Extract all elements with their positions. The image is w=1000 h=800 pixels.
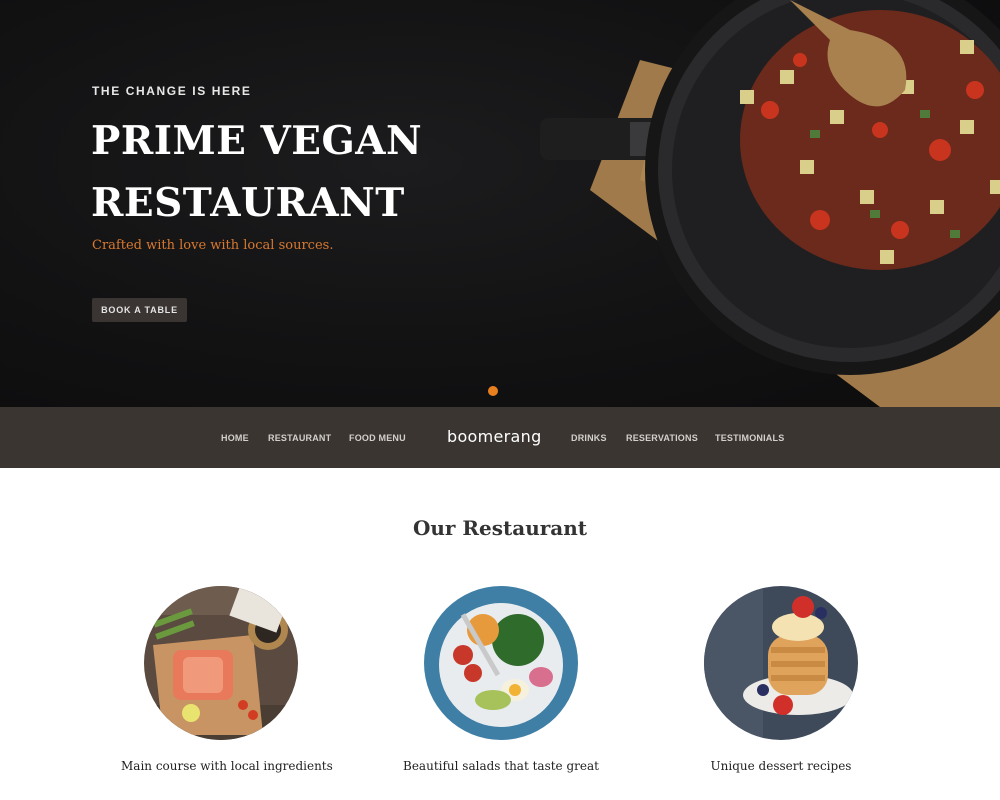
dessert-image [704, 586, 858, 740]
hero-title: PRIME VEGAN RESTAURANT [91, 118, 423, 226]
nav-item-food-menu[interactable]: FOOD MENU [349, 433, 406, 443]
nav-item-restaurant[interactable]: RESTAURANT [268, 433, 331, 443]
nav-item-drinks[interactable]: DRINKS [571, 433, 607, 443]
hero-banner: THE CHANGE IS HERE PRIME VEGAN RESTAURAN… [0, 0, 1000, 407]
nav-item-home[interactable]: HOME [221, 433, 249, 443]
feature-caption: Beautiful salads that taste great [403, 759, 599, 773]
feature-salads: Beautiful salads that taste great [401, 585, 601, 773]
main-navigation: HOME RESTAURANT FOOD MENU boomerang DRIN… [0, 407, 1000, 468]
section-title: Our Restaurant [412, 516, 588, 540]
book-table-button[interactable]: BOOK A TABLE [92, 298, 187, 322]
slider-indicator-dot[interactable] [488, 386, 498, 396]
nav-item-reservations[interactable]: RESERVATIONS [626, 433, 698, 443]
feature-caption: Main course with local ingredients [121, 759, 333, 773]
salad-image [424, 586, 578, 740]
hero-subtitle: Crafted with love with local sources. [92, 238, 334, 253]
feature-caption: Unique dessert recipes [710, 759, 852, 773]
main-course-image [144, 586, 298, 740]
brand-logo[interactable]: boomerang [447, 427, 542, 446]
hero-eyebrow: THE CHANGE IS HERE [92, 84, 252, 98]
feature-main-course: Main course with local ingredients [121, 585, 333, 773]
feature-desserts: Unique dessert recipes [681, 585, 881, 773]
nav-item-testimonials[interactable]: TESTIMONIALS [715, 433, 784, 443]
